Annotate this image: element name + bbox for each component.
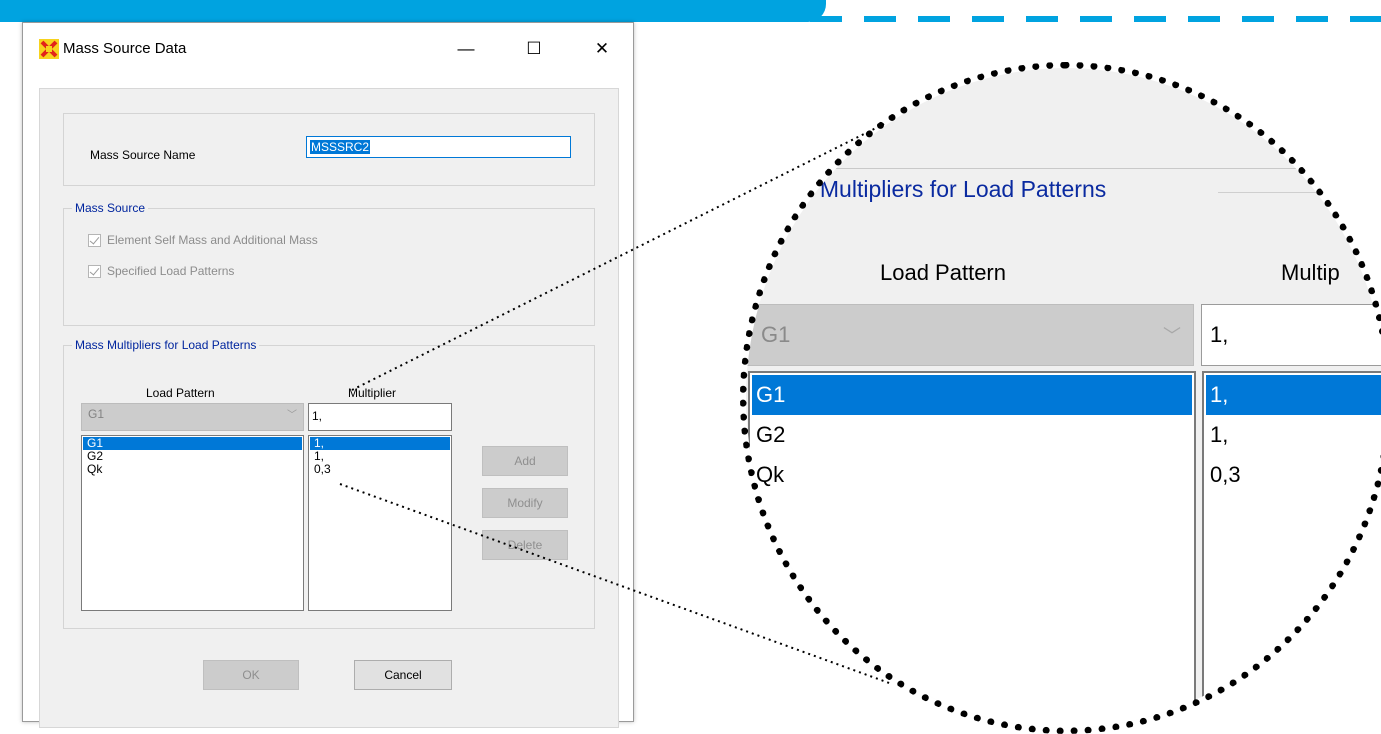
list-item: G2 [756, 422, 786, 447]
list-item[interactable]: G1 [83, 437, 302, 450]
load-pattern-list[interactable]: G1 G2 Qk [81, 435, 304, 611]
zoom-title-divider [1218, 192, 1381, 193]
zoom-group-title: s Multipliers for Load Patterns [798, 176, 1111, 203]
title-bar[interactable]: Mass Source Data — ☐ ✕ [23, 23, 633, 75]
delete-button[interactable]: Delete [482, 530, 568, 560]
list-item[interactable]: G2 [83, 450, 302, 463]
checkbox-check-icon [88, 233, 101, 247]
list-item[interactable]: 1, [310, 437, 450, 450]
specified-load-patterns-label: Specified Load Patterns [107, 264, 235, 278]
zoom-load-pattern-header: Load Pattern [880, 260, 1006, 285]
list-item: G1 [752, 375, 1192, 415]
multipliers-groupbox: Mass Multipliers for Load Patterns Load … [63, 338, 595, 629]
zoom-multiplier-header: Multip [1281, 260, 1340, 285]
mass-source-name-label: Mass Source Name [90, 148, 196, 162]
minimize-icon: — [457, 39, 475, 58]
cancel-button[interactable]: Cancel [354, 660, 452, 690]
list-item[interactable]: Qk [83, 463, 302, 476]
multiplier-list[interactable]: 1, 1, 0,3 [308, 435, 452, 611]
list-item: 0,3 [1210, 462, 1241, 487]
maximize-button[interactable]: ☐ [511, 23, 557, 75]
zoom-group-border [746, 168, 1381, 169]
multiplier-input-value: 1, [312, 409, 323, 423]
specified-load-patterns-checkbox[interactable]: Specified Load Patterns [88, 264, 234, 278]
dialog-title: Mass Source Data [63, 40, 187, 57]
close-button[interactable]: ✕ [579, 23, 625, 75]
ok-button[interactable]: OK [203, 660, 299, 690]
mass-source-group-title: Mass Source [72, 201, 149, 215]
list-item[interactable]: 1, [310, 450, 450, 463]
chevron-down-icon: ﹀ [287, 410, 297, 421]
zoom-load-pattern-combo: G1 ﹀ [746, 304, 1194, 366]
chevron-down-icon: ﹀ [1163, 326, 1181, 346]
zoom-multiplier-input: 1, [1201, 304, 1381, 366]
zoom-lens: s Multipliers for Load Patterns Load Pat… [746, 68, 1381, 728]
multiplier-input[interactable]: 1, [308, 403, 452, 431]
list-item: 1, [1210, 422, 1229, 447]
mass-source-groupbox: Mass Source Element Self Mass and Additi… [63, 201, 595, 326]
load-pattern-combo-value: G1 [88, 407, 105, 421]
close-icon: ✕ [594, 39, 610, 58]
list-item: Qk [756, 462, 785, 487]
zoom-load-pattern-list: G1 G2 Qk [748, 371, 1196, 728]
mass-source-dialog: Mass Source Data — ☐ ✕ Mass Source Name … [22, 22, 634, 728]
list-item[interactable]: 0,3 [310, 463, 450, 476]
maximize-icon: ☐ [526, 39, 542, 58]
add-button[interactable]: Add [482, 446, 568, 476]
minimize-button[interactable]: — [443, 23, 489, 75]
modify-button[interactable]: Modify [482, 488, 568, 518]
multipliers-group-title: Mass Multipliers for Load Patterns [72, 338, 260, 352]
zoom-multiplier-list: 1, 1, 0,3 [1202, 371, 1381, 728]
zoom-multiplier-input-value: 1, [1210, 322, 1229, 347]
element-self-mass-checkbox[interactable]: Element Self Mass and Additional Mass [88, 233, 318, 247]
zoom-combo-value: G1 [761, 322, 791, 347]
load-pattern-combo[interactable]: G1 ﹀ [81, 403, 304, 431]
list-item: 1, [1206, 375, 1381, 415]
app-icon [39, 39, 59, 59]
element-self-mass-label: Element Self Mass and Additional Mass [107, 233, 318, 247]
mass-source-name-value: MSSSRC2 [310, 140, 371, 154]
multiplier-header: Multiplier [348, 386, 397, 400]
checkbox-check-icon [88, 264, 101, 278]
load-pattern-header: Load Pattern [146, 386, 215, 400]
mass-source-name-input[interactable]: MSSSRC2 [306, 136, 571, 158]
name-groupbox: Mass Source Name MSSSRC2 [63, 113, 595, 186]
dialog-client-area: Mass Source Name MSSSRC2 Mass Source Ele… [39, 88, 619, 728]
